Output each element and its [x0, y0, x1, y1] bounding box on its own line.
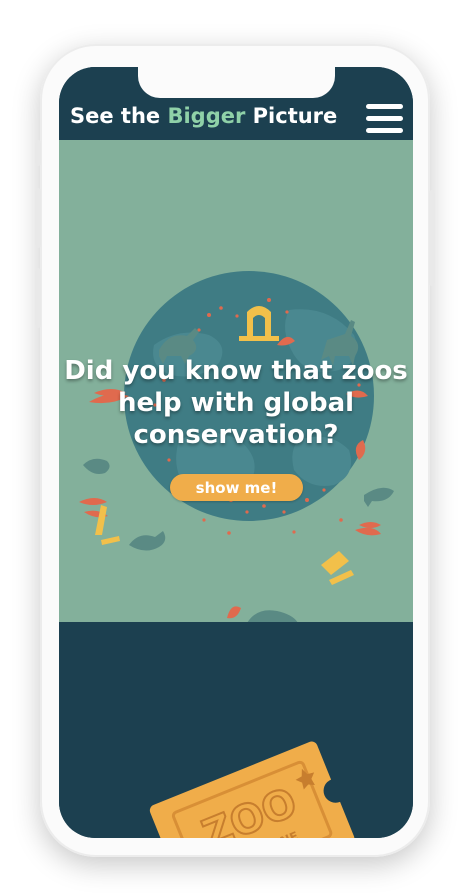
brand-text-part1: See the: [70, 104, 161, 128]
hippo-icon: [83, 458, 110, 474]
menu-line: [366, 116, 403, 121]
phone-side-button: [35, 140, 41, 166]
zoo-fence-icon: [321, 551, 349, 575]
brand-logo[interactable]: See the Bigger Picture: [70, 104, 337, 128]
ticket-section: ZOO ADMIT ONE: [59, 622, 413, 838]
menu-line: [366, 128, 403, 133]
phone-screen: See the Bigger Picture Did you know that…: [59, 67, 413, 838]
turtle-icon: [129, 531, 166, 551]
phone-volume-up-button: [35, 188, 41, 248]
bird-icon: [364, 487, 394, 507]
phone-notch: [138, 58, 335, 98]
brand-text-accent: Bigger: [167, 104, 246, 128]
show-me-button[interactable]: show me!: [170, 474, 303, 501]
phone-volume-down-button: [35, 268, 41, 328]
zoo-ticket-illustration: ZOO ADMIT ONE: [149, 741, 355, 838]
hero-title: Did you know that zoos help with global …: [64, 356, 408, 450]
hero-section: Did you know that zoos help with global …: [59, 140, 413, 622]
menu-line: [366, 104, 403, 109]
elephant-icon: [247, 610, 298, 622]
brand-text-part2: Picture: [252, 104, 338, 128]
phone-power-button: [429, 190, 435, 286]
zoo-sign-icon: [95, 505, 107, 535]
hamburger-menu-icon[interactable]: [366, 104, 403, 134]
